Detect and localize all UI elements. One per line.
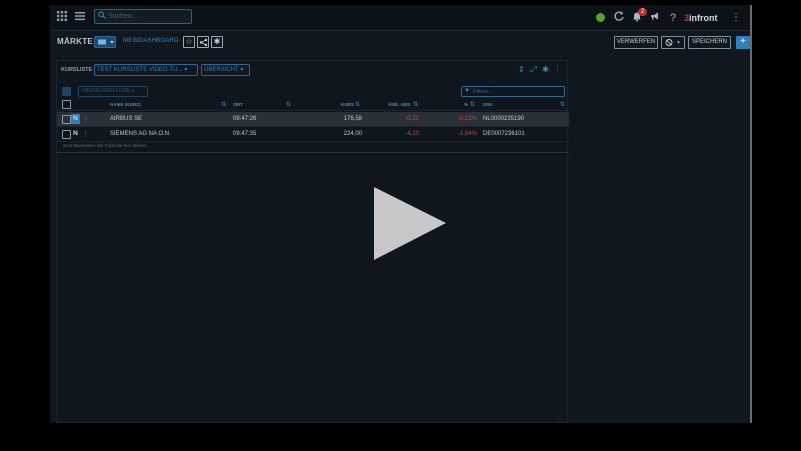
list-select[interactable]: TEST KURSLISTE VIDEO-TU... ▾ [94, 64, 198, 76]
play-icon[interactable] [372, 186, 448, 262]
column-price[interactable]: KURS [341, 102, 354, 107]
table-row[interactable]: N ⋮ SIEMENS AG NA O.N. 09:47:35 224,00 -… [57, 127, 569, 142]
megaphone-icon[interactable] [647, 10, 663, 26]
column-change-abs[interactable]: ÄND. ABS. [388, 102, 411, 107]
cell-price: 176,58 [343, 116, 362, 122]
help-icon[interactable]: ? [665, 10, 681, 26]
refresh-icon[interactable] [611, 10, 627, 26]
cell-time: 09:47:26 [233, 116, 257, 122]
layout-dropdown[interactable] [94, 36, 116, 48]
cell-isin: NL0000235190 [483, 116, 525, 122]
filter-box[interactable]: ▼ [461, 86, 565, 97]
sort-change-abs-icon[interactable]: ⇅ [413, 101, 418, 108]
filter-input[interactable] [473, 87, 561, 96]
expand-icon[interactable]: ⤢ [529, 65, 538, 75]
section-bar: MÄRKTE MEINDASHBOARD ☆ ✱ VERWERFEN SPEIC… [50, 33, 750, 53]
menu-icon[interactable] [72, 10, 88, 26]
add-list-icon[interactable] [62, 87, 71, 96]
resize-handle-icon[interactable]: ⋰ [557, 413, 563, 420]
column-change-pct[interactable]: % [464, 102, 468, 107]
add-instrument-select[interactable]: HINZUFÜGEN LISTE ▾ [78, 86, 148, 97]
view-select[interactable]: ÜBERSICHT ▾ [201, 64, 250, 76]
page-title: MÄRKTE [57, 37, 94, 46]
visibility-dropdown[interactable] [661, 36, 685, 49]
star-icon[interactable]: ☆ [183, 36, 195, 48]
apps-grid-icon[interactable] [54, 10, 70, 26]
table-row[interactable]: N ⋮ AIRBUS SE 09:47:26 176,58 -0,22 -0,1… [57, 112, 569, 127]
status-dot-icon [596, 13, 605, 22]
column-isin[interactable]: ISIN [483, 102, 492, 107]
top-bar: 2 ? 3infront ⋮ [50, 5, 750, 31]
cell-name: SIEMENS AG NA O.N. [110, 131, 171, 137]
widget-header: KURSLISTE TEST KURSLISTE VIDEO-TU... ▾ Ü… [57, 61, 569, 80]
footer-divider [57, 152, 569, 153]
sort-name-icon[interactable]: ⇅ [221, 101, 226, 108]
save-button[interactable]: SPEICHERN [688, 36, 731, 49]
dashboard-link[interactable]: MEINDASHBOARD [123, 38, 179, 44]
news-flag[interactable]: N [71, 114, 80, 124]
search-input[interactable] [108, 11, 188, 22]
cell-change-pct: -0,12% [457, 116, 477, 122]
cell-change-abs: -4,20 [405, 131, 419, 137]
frame-edge [750, 5, 752, 423]
brand-logo: 3infront [684, 13, 718, 23]
search-box[interactable] [94, 9, 192, 24]
cell-change-pct: -1,84% [457, 131, 477, 137]
cell-time: 09:47:35 [233, 131, 257, 137]
share-icon[interactable] [197, 36, 209, 48]
cell-isin: DE0007236101 [483, 131, 525, 137]
cell-name: AIRBUS SE [110, 116, 143, 122]
sort-isin-icon[interactable]: ⇅ [560, 101, 565, 108]
toolbar-row: HINZUFÜGEN LISTE ▾ ▼ [57, 85, 569, 98]
quote-list-widget: KURSLISTE TEST KURSLISTE VIDEO-TU... ▾ Ü… [56, 60, 569, 423]
filter-icon: ▼ [464, 88, 470, 94]
row-kebab-icon[interactable]: ⋮ [82, 130, 89, 138]
sort-time-icon[interactable]: ⇅ [286, 101, 291, 108]
notification-badge: 2 [638, 8, 647, 16]
sort-price-icon[interactable]: ⇅ [355, 101, 360, 108]
kebab-icon[interactable]: ⋮ [728, 10, 744, 26]
cell-price: 224,00 [343, 131, 362, 137]
widget-kebab-icon[interactable]: ⋮ [553, 65, 562, 75]
list-label: KURSLISTE [61, 67, 93, 73]
column-name[interactable]: NAME (KURZ) [110, 102, 141, 107]
widget-settings-icon[interactable]: ✱ [541, 65, 550, 75]
sort-vertical-icon[interactable]: ⇕ [517, 65, 526, 75]
row-kebab-icon[interactable]: ⋮ [82, 115, 89, 123]
cell-change-abs: -0,22 [405, 116, 419, 122]
footer-hint[interactable]: Zum Bearbeiten der Fußzeile hier klicken… [63, 143, 148, 148]
row-checkbox[interactable] [62, 130, 71, 139]
sort-change-pct-icon[interactable]: ⇅ [470, 101, 475, 108]
settings-icon[interactable]: ✱ [211, 36, 223, 48]
column-time[interactable]: ZEIT [233, 102, 243, 107]
add-widget-button[interactable]: + [736, 36, 750, 49]
row-checkbox[interactable] [62, 115, 71, 124]
discard-button[interactable]: VERWERFEN [614, 36, 658, 49]
search-icon [98, 10, 106, 23]
select-all-checkbox[interactable] [62, 100, 71, 109]
news-flag[interactable]: N [71, 129, 80, 139]
table-header: NAME (KURZ) ⇅ ZEIT ⇅ KURS ⇅ ÄND. ABS. ⇅ … [57, 99, 569, 111]
